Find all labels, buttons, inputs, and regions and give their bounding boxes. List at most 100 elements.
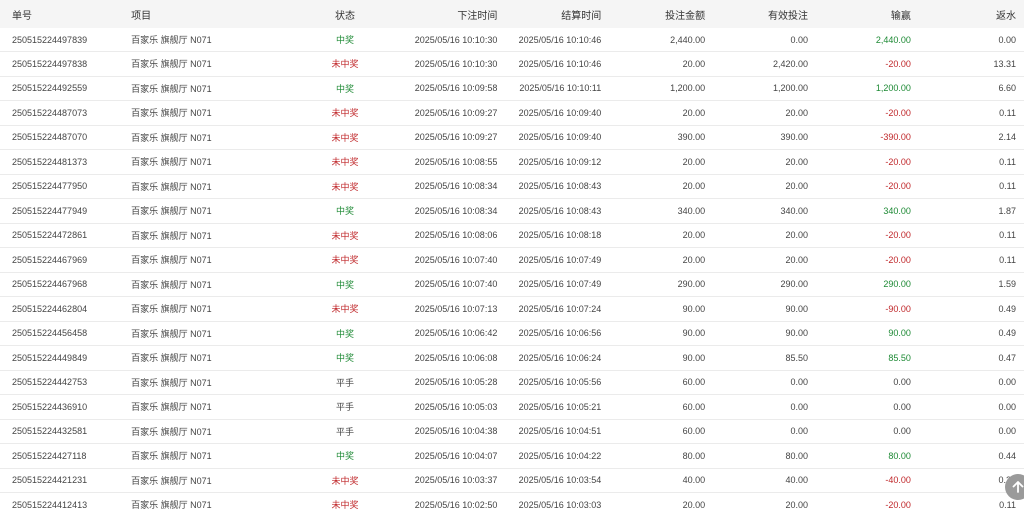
cell-settle-time: 2025/05/16 10:09:12 — [497, 149, 602, 175]
cell-bet-time: 2025/05/16 10:02:50 — [389, 492, 498, 517]
cell-valid-bet: 20.00 — [705, 492, 809, 517]
header-amount: 投注金额 — [601, 0, 706, 28]
cell-id: 250515224462804 — [0, 296, 132, 322]
cell-amount: 390.00 — [601, 125, 706, 150]
cell-settle-time: 2025/05/16 10:10:46 — [497, 28, 602, 52]
cell-rebate: 0.11 — [910, 223, 1024, 248]
cell-valid-bet: 20.00 — [705, 100, 809, 126]
cell-amount: 20.00 — [601, 223, 706, 248]
cell-bet-time: 2025/05/16 10:04:07 — [389, 443, 498, 469]
cell-winloss: -20.00 — [808, 174, 911, 199]
cell-status: 未中奖 — [300, 492, 390, 517]
cell-rebate: 1.59 — [910, 272, 1024, 297]
table-row: 250515224436910 百家乐 旗舰厅 N071 平手 2025/05/16 … — [0, 394, 1024, 420]
table-row: 250515224449849 百家乐 旗舰厅 N071 中奖 2025/05/16 … — [0, 345, 1024, 371]
cell-status: 中奖 — [300, 28, 390, 52]
cell-id: 250515224412413 — [0, 492, 132, 517]
cell-settle-time: 2025/05/16 10:04:22 — [497, 443, 602, 469]
table-row: 250515224462804 百家乐 旗舰厅 N071 未中奖 2025/05/16… — [0, 296, 1024, 322]
cell-amount: 40.00 — [601, 468, 706, 493]
cell-bet-time: 2025/05/16 10:08:06 — [389, 223, 498, 248]
cell-bet-time: 2025/05/16 10:07:40 — [389, 247, 498, 273]
cell-status: 中奖 — [300, 345, 390, 371]
cell-project: 百家乐 旗舰厅 N071 — [131, 149, 301, 175]
header-id: 单号 — [0, 0, 132, 28]
cell-id: 250515224427118 — [0, 443, 132, 469]
cell-project: 百家乐 旗舰厅 N071 — [131, 394, 301, 420]
cell-status: 中奖 — [300, 198, 390, 224]
cell-amount: 20.00 — [601, 149, 706, 175]
cell-winloss: 1,200.00 — [808, 76, 911, 101]
cell-settle-time: 2025/05/16 10:10:46 — [497, 51, 602, 77]
cell-status: 未中奖 — [300, 468, 390, 493]
cell-settle-time: 2025/05/16 10:03:54 — [497, 468, 602, 493]
cell-bet-time: 2025/05/16 10:05:28 — [389, 370, 498, 395]
cell-id: 250515224436910 — [0, 394, 132, 420]
cell-status: 中奖 — [300, 76, 390, 101]
table-row: 250515224477950 百家乐 旗舰厅 N071 未中奖 2025/05/16… — [0, 174, 1024, 199]
cell-amount: 90.00 — [601, 345, 706, 371]
cell-rebate: 0.00 — [910, 28, 1024, 52]
cell-amount: 20.00 — [601, 51, 706, 77]
cell-id: 250515224487070 — [0, 125, 132, 150]
scroll-top-button[interactable] — [1005, 474, 1024, 500]
cell-valid-bet: 2,420.00 — [705, 51, 809, 77]
cell-bet-time: 2025/05/16 10:06:08 — [389, 345, 498, 371]
cell-status: 未中奖 — [300, 174, 390, 199]
cell-valid-bet: 40.00 — [705, 468, 809, 493]
header-rebate: 返水 — [910, 0, 1024, 28]
cell-bet-time: 2025/05/16 10:08:55 — [389, 149, 498, 175]
cell-project: 百家乐 旗舰厅 N071 — [131, 100, 301, 126]
cell-project: 百家乐 旗舰厅 N071 — [131, 272, 301, 297]
table-row: 250515224477949 百家乐 旗舰厅 N071 中奖 2025/05/16 … — [0, 198, 1024, 224]
cell-valid-bet: 290.00 — [705, 272, 809, 297]
cell-bet-time: 2025/05/16 10:10:30 — [389, 51, 498, 77]
cell-amount: 2,440.00 — [601, 28, 706, 52]
cell-bet-time: 2025/05/16 10:09:58 — [389, 76, 498, 101]
cell-amount: 90.00 — [601, 321, 706, 346]
cell-rebate: 0.00 — [910, 394, 1024, 420]
cell-rebate: 0.11 — [910, 492, 1024, 517]
cell-bet-time: 2025/05/16 10:05:03 — [389, 394, 498, 420]
table-row: 250515224492559 百家乐 旗舰厅 N071 中奖 2025/05/16 … — [0, 76, 1024, 101]
cell-amount: 1,200.00 — [601, 76, 706, 101]
table-row: 250515224497838 百家乐 旗舰厅 N071 未中奖 2025/05/16… — [0, 51, 1024, 77]
cell-rebate: 0.47 — [910, 345, 1024, 371]
table-header: 单号 项目 状态 下注时间 结算时间 投注金额 有效投注 输赢 返水 — [0, 0, 1024, 28]
cell-status: 平手 — [300, 370, 390, 395]
cell-id: 250515224467969 — [0, 247, 132, 273]
cell-amount: 60.00 — [601, 394, 706, 420]
cell-project: 百家乐 旗舰厅 N071 — [131, 370, 301, 395]
cell-winloss: 80.00 — [808, 443, 911, 469]
header-project: 项目 — [131, 0, 301, 28]
cell-id: 250515224467968 — [0, 272, 132, 297]
cell-rebate: 13.31 — [910, 51, 1024, 77]
table-row: 250515224497839 百家乐 旗舰厅 N071 中奖 2025/05/16 … — [0, 28, 1024, 52]
cell-winloss: -20.00 — [808, 51, 911, 77]
cell-amount: 340.00 — [601, 198, 706, 224]
cell-winloss: -40.00 — [808, 468, 911, 493]
cell-settle-time: 2025/05/16 10:05:56 — [497, 370, 602, 395]
cell-rebate: 0.11 — [910, 149, 1024, 175]
cell-rebate: 0.11 — [910, 174, 1024, 199]
cell-rebate: 0.44 — [910, 443, 1024, 469]
cell-valid-bet: 390.00 — [705, 125, 809, 150]
bet-records-page: 单号 项目 状态 下注时间 结算时间 投注金额 有效投注 输赢 返水 25051… — [0, 0, 1024, 517]
cell-settle-time: 2025/05/16 10:08:43 — [497, 174, 602, 199]
cell-settle-time: 2025/05/16 10:09:40 — [497, 100, 602, 126]
cell-winloss: -20.00 — [808, 223, 911, 248]
cell-rebate: 0.49 — [910, 296, 1024, 322]
cell-settle-time: 2025/05/16 10:04:51 — [497, 419, 602, 444]
cell-status: 中奖 — [300, 321, 390, 346]
cell-settle-time: 2025/05/16 10:08:18 — [497, 223, 602, 248]
cell-id: 250515224442753 — [0, 370, 132, 395]
cell-id: 250515224497838 — [0, 51, 132, 77]
cell-id: 250515224492559 — [0, 76, 132, 101]
cell-winloss: -90.00 — [808, 296, 911, 322]
table-body: 250515224497839 百家乐 旗舰厅 N071 中奖 2025/05/16 … — [0, 28, 1024, 517]
cell-rebate: 0.11 — [910, 100, 1024, 126]
cell-bet-time: 2025/05/16 10:04:38 — [389, 419, 498, 444]
cell-settle-time: 2025/05/16 10:09:40 — [497, 125, 602, 150]
cell-project: 百家乐 旗舰厅 N071 — [131, 492, 301, 517]
header-settle-time: 结算时间 — [497, 0, 602, 28]
